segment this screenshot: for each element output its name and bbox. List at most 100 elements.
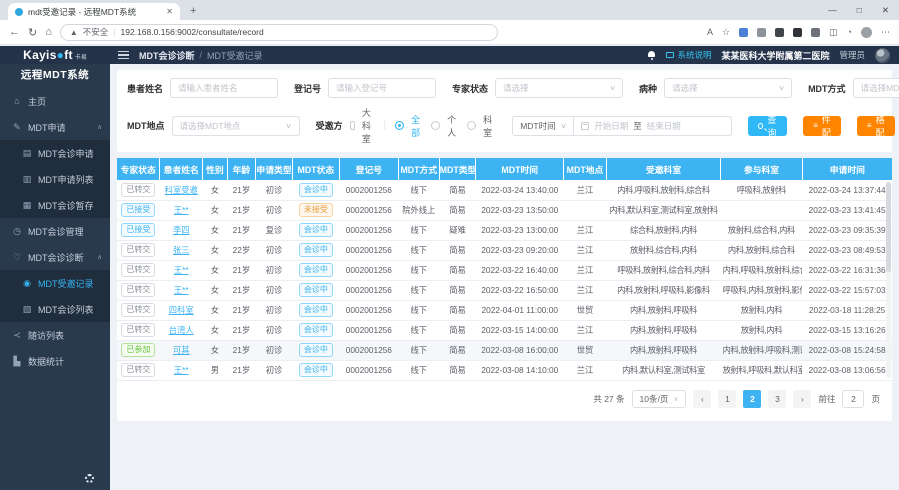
more-menu-icon[interactable]: ⋯	[881, 27, 890, 38]
patient-name-link[interactable]: 张三	[173, 245, 190, 255]
radio-dept-label[interactable]: 科室	[483, 113, 492, 139]
page-button-2[interactable]: 2	[743, 390, 761, 408]
extension-icon[interactable]	[739, 28, 748, 37]
mdt-status-badge: 会诊中	[299, 363, 333, 377]
expert-status-cell: 已转交	[117, 300, 160, 320]
sidebar-item-home[interactable]: ⌂主页	[0, 88, 110, 114]
page-size-select[interactable]: 10条/页∨	[632, 390, 687, 408]
expert-status-badge: 已转交	[121, 283, 155, 297]
extension-icon[interactable]	[811, 28, 820, 37]
patient-name-link[interactable]: 四科室	[169, 305, 194, 315]
patient-name-link[interactable]: 王**	[174, 265, 189, 275]
close-icon[interactable]: ✕	[872, 5, 899, 16]
menu-collapse-icon[interactable]	[118, 51, 129, 60]
sidebar-item-mdt-consult-draft[interactable]: ▦MDT会诊暂存	[0, 192, 110, 218]
extension-icon[interactable]	[757, 28, 766, 37]
patient-name-link[interactable]: 王**	[174, 285, 189, 295]
sidebar-item-mdt-consult-apply[interactable]: ▤MDT会诊申请	[0, 140, 110, 166]
tab-close-icon[interactable]: ✕	[166, 7, 173, 16]
minimize-icon[interactable]: —	[818, 5, 847, 15]
sidebar: 远程MDT系统 ⌂主页✎MDT申请∧▤MDT会诊申请▥MDT申请列表▦MDT会诊…	[0, 64, 110, 490]
radio-all-label[interactable]: 全部	[411, 113, 420, 139]
date-range-picker[interactable]: 开始日期 至 结束日期	[574, 116, 732, 136]
sidebar-item-mdt-apply[interactable]: ✎MDT申请∧	[0, 114, 110, 140]
disease-select[interactable]: 请选择∨	[664, 78, 792, 98]
radio-personal-label[interactable]: 个人	[447, 113, 456, 139]
invited-depts-cell: 内科,放射科,呼吸科	[606, 320, 720, 340]
goto-page-input[interactable]	[842, 390, 864, 408]
sidebar-item-mdt-apply-list[interactable]: ▥MDT申请列表	[0, 166, 110, 192]
patient-name-link[interactable]: 李四	[173, 225, 190, 235]
next-page-button[interactable]: ›	[793, 390, 811, 408]
sidebar-item-mdt-invited-record[interactable]: ◉MDT受邀记录	[0, 270, 110, 296]
browser-profile-icon[interactable]	[861, 27, 872, 38]
maximize-icon[interactable]: □	[847, 5, 872, 15]
settings-gear-icon[interactable]	[85, 474, 94, 483]
patient-name-input[interactable]	[170, 78, 278, 98]
mdt-status-badge: 会诊中	[299, 283, 333, 297]
new-tab-button[interactable]: +	[190, 3, 196, 20]
radio-all[interactable]	[395, 121, 404, 130]
browser-tab[interactable]: mdt受邀记录 - 远程MDT系统 ✕	[8, 3, 180, 20]
mdt-mode-cell: 线下	[398, 180, 439, 200]
patient-name-link[interactable]: 台湾人	[169, 325, 194, 335]
sex-cell: 女	[203, 240, 227, 260]
sidebar-item-label: MDT会诊暂存	[38, 199, 94, 212]
split-screen-icon[interactable]: ◫	[829, 27, 838, 38]
sidebar-item-followup-list[interactable]: ≺随访列表	[0, 322, 110, 348]
table-scrollbar[interactable]	[886, 182, 891, 378]
mdt-status-cell: 会诊中	[292, 340, 339, 360]
mdt-time-cell: 2022-03-22 16:40:00	[476, 260, 564, 280]
app-window: Kayis●ft 卡易 MDT会诊诊断 / MDT受邀记录 系统说明 某某医科大…	[0, 46, 899, 490]
reg-no-cell: 0002001256	[339, 300, 398, 320]
radio-dept[interactable]	[467, 121, 476, 130]
sidebar-item-mdt-consult-list[interactable]: ▧MDT会诊列表	[0, 296, 110, 322]
address-bar[interactable]: ▲ 不安全 | 192.168.0.156:9002/consultate/re…	[60, 24, 498, 41]
search-button[interactable]: 查询	[748, 116, 787, 136]
back-icon[interactable]: ←	[9, 26, 20, 38]
sidebar-item-data-statistics[interactable]: ▙数据统计	[0, 348, 110, 374]
mdt-place-select[interactable]: 请选择MDT地点∨	[172, 116, 300, 136]
patient-name-link[interactable]: 科室受邀	[165, 185, 198, 195]
extension-icon[interactable]	[775, 28, 784, 37]
big-dept-checkbox[interactable]	[350, 121, 355, 130]
apply-type-cell: 初诊	[256, 340, 293, 360]
time-field-select[interactable]: MDT时间∨	[512, 116, 574, 136]
big-dept-label[interactable]: 大科室	[362, 106, 375, 145]
security-label: 不安全	[83, 26, 109, 38]
sidebar-item-mdt-consult-diagnose[interactable]: ♡MDT会诊诊断∧	[0, 244, 110, 270]
mdt-mode-cell: 线下	[398, 300, 439, 320]
user-avatar[interactable]	[875, 48, 890, 63]
apply-type-cell: 初诊	[256, 300, 293, 320]
chevron-down-icon: ∨	[778, 84, 785, 92]
table-config-button[interactable]: ≡ 表格配置	[857, 116, 895, 136]
expert-status-select[interactable]: 请选择∨	[495, 78, 623, 98]
reg-no-cell: 0002001256	[339, 320, 398, 340]
browser-essentials-icon[interactable]: ◔	[847, 27, 852, 37]
extension-icon[interactable]	[793, 28, 802, 37]
prev-page-button[interactable]: ‹	[693, 390, 711, 408]
radio-personal[interactable]	[431, 121, 440, 130]
home-icon[interactable]: ⌂	[45, 26, 52, 38]
system-help-link[interactable]: 系统说明	[666, 49, 711, 61]
join-depts-cell: 内科,呼吸科,放射科,综合科	[721, 260, 803, 280]
read-aloud-icon[interactable]: A	[707, 27, 713, 37]
patient-name-link[interactable]: 可其	[173, 345, 190, 355]
page-button-3[interactable]: 3	[768, 390, 786, 408]
mdt-place-cell	[564, 200, 607, 220]
patient-name-link[interactable]: 王**	[174, 365, 189, 375]
mdt-mode-select[interactable]: 请选择MDT方式∨	[853, 78, 899, 98]
page-button-1[interactable]: 1	[718, 390, 736, 408]
breadcrumb-parent[interactable]: MDT会诊诊断	[139, 49, 195, 62]
sidebar-item-mdt-consult-manage[interactable]: ◷MDT会诊管理	[0, 218, 110, 244]
header-right: 系统说明 某某医科大学附属第二医院 管理员	[647, 48, 899, 63]
register-no-input[interactable]	[328, 78, 436, 98]
bell-icon[interactable]	[647, 51, 656, 60]
patient-name-link[interactable]: 王**	[174, 205, 189, 215]
condition-config-button[interactable]: ≡ 条件配置	[803, 116, 841, 136]
favorite-star-icon[interactable]: ☆	[722, 27, 730, 38]
expert-status-badge: 已转交	[121, 303, 155, 317]
expert-status-badge: 已转交	[121, 183, 155, 197]
refresh-icon[interactable]: ↻	[28, 26, 37, 39]
app-body: 远程MDT系统 ⌂主页✎MDT申请∧▤MDT会诊申请▥MDT申请列表▦MDT会诊…	[0, 64, 899, 490]
